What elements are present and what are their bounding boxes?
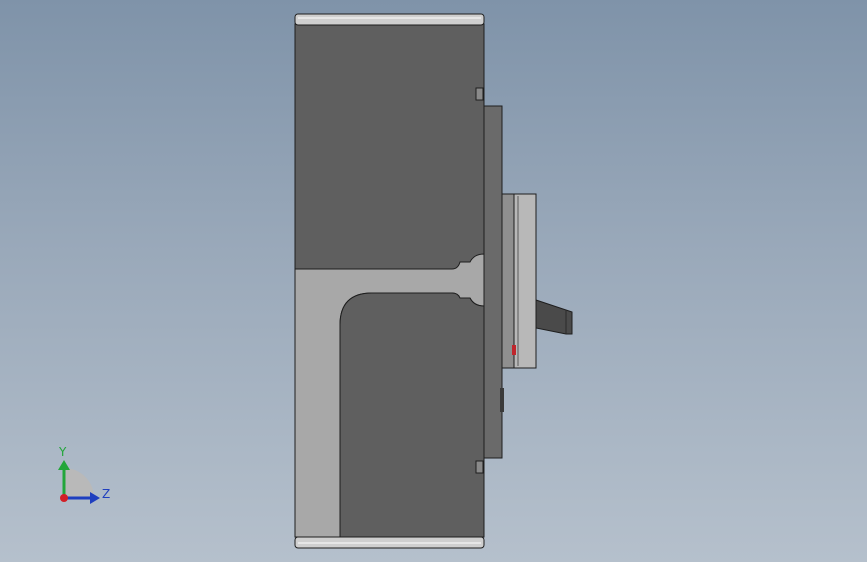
body-upper-panel — [294, 23, 485, 270]
triad-origin — [60, 494, 68, 502]
triad-y-label: Y — [58, 445, 67, 459]
triad-y-arrow — [58, 460, 70, 470]
breaker-model[interactable] — [294, 13, 573, 549]
body-lower-panel — [339, 292, 485, 538]
triad-quadrant — [64, 468, 94, 498]
front-plate — [483, 105, 503, 459]
indicator-mark — [512, 345, 516, 355]
top-cap — [294, 13, 485, 26]
cad-viewport[interactable]: Y Z — [0, 0, 867, 562]
orientation-triad: Y Z — [58, 445, 110, 504]
toggle-handle[interactable] — [535, 299, 573, 335]
upper-clip — [475, 87, 484, 101]
front-plate-notch — [500, 388, 504, 412]
triad-z-arrow — [90, 492, 100, 504]
operator-cover-edge — [501, 193, 515, 369]
triad-z-label: Z — [102, 487, 110, 501]
lower-clip — [475, 460, 484, 474]
